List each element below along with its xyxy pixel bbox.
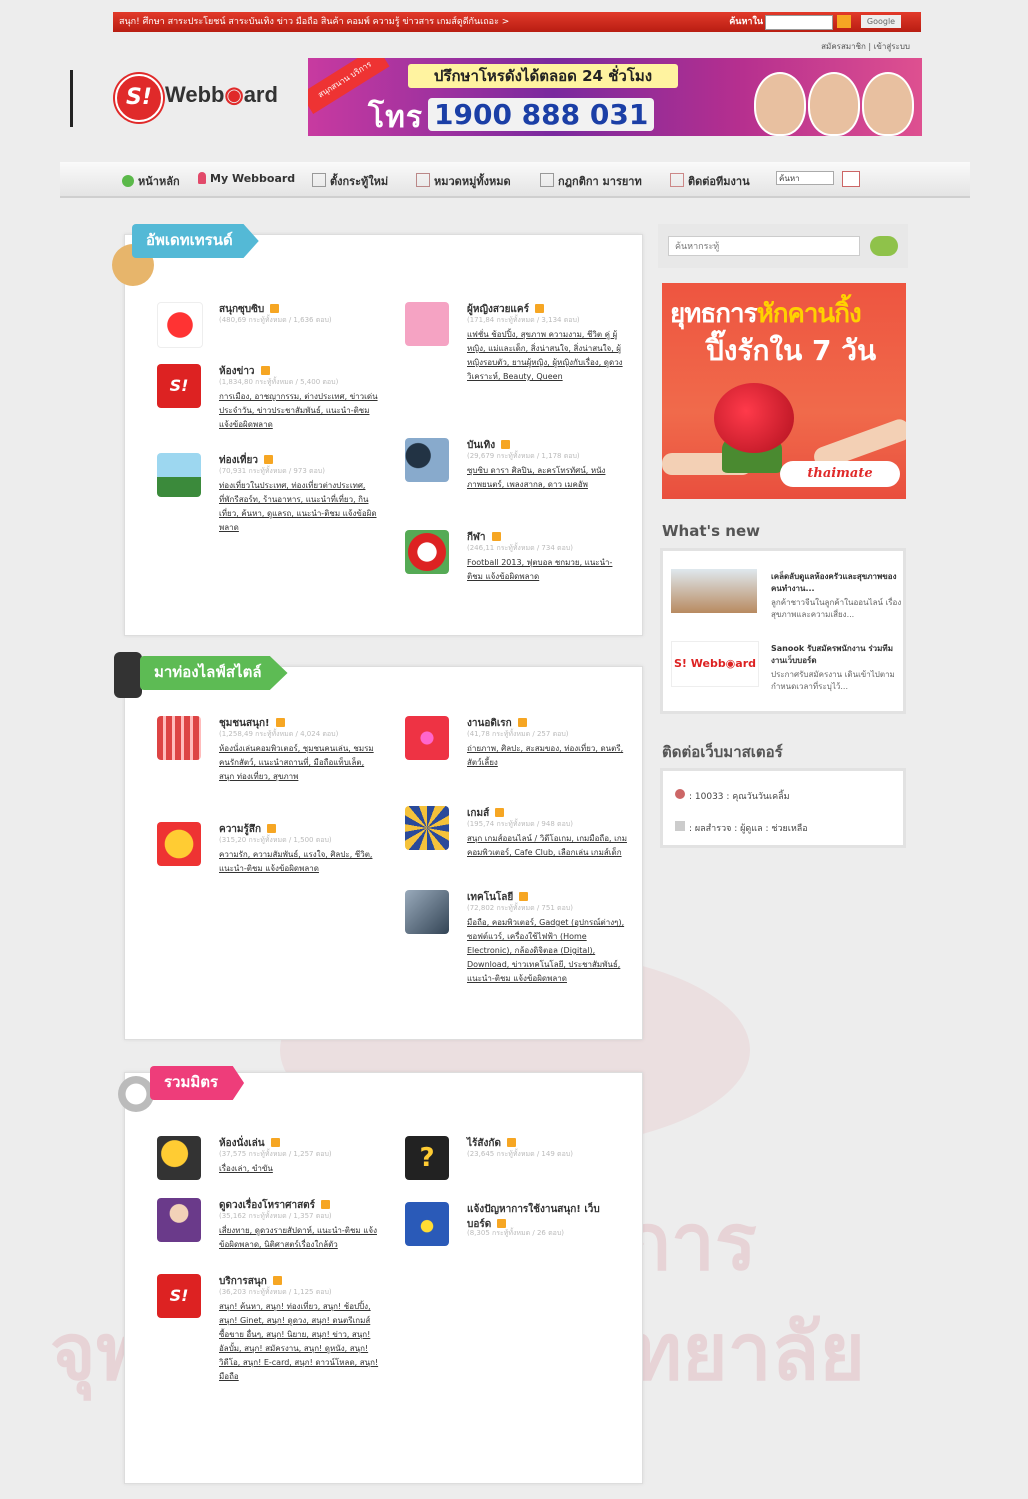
whats-new-heading: What's new (662, 522, 760, 540)
rss-icon[interactable] (491, 532, 501, 541)
thaimate-logo: thaimate (780, 461, 900, 487)
news-item[interactable]: เคล็ดลับดูแลห้องครัวและสุขภาพของคนทำงาน.… (671, 569, 901, 623)
section-tag-lifestyle: มาท่องไลฟ์สไตล์ (140, 656, 288, 690)
top-search-button[interactable] (837, 15, 851, 28)
rules-icon (540, 173, 554, 187)
search-icon[interactable] (870, 236, 898, 256)
contact-webmaster-heading: ติดต่อเว็บมาสเตอร์ (662, 743, 783, 761)
mail-icon (670, 173, 684, 187)
sanook-logo-icon: S! (115, 74, 163, 122)
rss-icon[interactable] (270, 1138, 280, 1147)
travel-icon (157, 453, 201, 497)
new-post-icon (312, 173, 326, 187)
legend-row[interactable]: : ผลสำรวจ : ผู้ดูแล : ช่วยเหลือ (675, 821, 808, 835)
phone-icon (114, 652, 142, 698)
rss-icon[interactable] (517, 718, 527, 727)
gear-icon (118, 1076, 154, 1112)
banner-call-label: โทร (368, 100, 424, 135)
rss-icon[interactable] (495, 808, 505, 817)
banner-phone-number: 1900 888 031 (428, 98, 655, 131)
rss-icon[interactable] (321, 1200, 331, 1209)
horoscope-banner[interactable]: สนุกสนาน บริการ ปรึกษาโหรดังได้ตลอด 24 ช… (308, 58, 922, 136)
hobby-icon (405, 716, 449, 760)
rss-icon[interactable] (260, 366, 270, 375)
football-icon (405, 530, 449, 574)
sidebar-search: ค้นหากระทู้ (658, 224, 908, 268)
topic-search-input[interactable]: ค้นหากระทู้ (668, 236, 860, 256)
folders-icon (416, 173, 430, 187)
account-links[interactable]: สมัครสมาชิก | เข้าสู่ระบบ (821, 40, 910, 53)
nav-home[interactable]: หน้าหลัก (122, 172, 180, 190)
section-tag-trend: อัพเดทเทรนด์ (132, 224, 259, 258)
rss-icon[interactable] (263, 455, 273, 464)
nav-contact[interactable]: ติดต่อทีมงาน (670, 172, 750, 190)
google-search-button[interactable]: Google (861, 15, 901, 28)
rss-icon[interactable] (534, 304, 544, 313)
smiley-icon (157, 822, 201, 866)
panel-misc (124, 1072, 643, 1484)
astrologer-photo (808, 72, 860, 136)
rss-icon[interactable] (519, 892, 529, 901)
chat-icon (157, 1136, 201, 1180)
report-icon (405, 1202, 449, 1246)
nav-my-webboard[interactable]: My Webboard (198, 172, 295, 185)
nav-search-button[interactable] (842, 171, 860, 187)
rss-icon[interactable] (497, 1219, 507, 1228)
question-icon: ? (405, 1136, 449, 1180)
rss-icon[interactable] (275, 718, 285, 727)
rss-icon[interactable] (272, 1276, 282, 1285)
poll-icon (675, 821, 685, 831)
home-icon (122, 175, 134, 187)
logo-wordmark: Webb◉ard (165, 82, 278, 107)
game-icon (405, 806, 449, 850)
top-bar-links[interactable]: สนุก! ศึกษา สาระประโยชน์ สาระบันเทิง ข่า… (119, 17, 509, 27)
user-icon (198, 172, 206, 184)
rss-icon[interactable] (267, 824, 277, 833)
whats-new-box: เคล็ดลับดูแลห้องครัวและสุขภาพของคนทำงาน.… (660, 548, 906, 714)
banner-headline: ปรึกษาโหรดังได้ตลอด 24 ชั่วโมง (408, 64, 678, 88)
nav-rules[interactable]: กฎกติกา มารยาท (540, 172, 642, 190)
nav-all-categories[interactable]: หมวดหมู่ทั้งหมด (416, 172, 511, 190)
top-search-input[interactable] (765, 15, 833, 30)
nav-search-input[interactable]: ค้นหา (776, 171, 834, 185)
thaimate-ad[interactable]: ยุทธการหักคานกิ้ง ปิ๊งรักใน 7 วัน thaima… (662, 283, 906, 499)
site-logo[interactable]: S! Webb◉ard (115, 74, 300, 122)
rss-icon[interactable] (506, 1138, 516, 1147)
rss-icon[interactable] (501, 440, 511, 449)
contact-box: : 10033 : คุณวันวันเคลิ้ม : ผลสำรวจ : ผู… (660, 768, 906, 848)
news-icon: S! (157, 364, 201, 408)
search-label: ค้นหาใน (729, 17, 763, 27)
woman-icon (405, 302, 449, 346)
fortune-icon (157, 1198, 201, 1242)
user-icon (675, 789, 685, 799)
astrologer-photo (754, 72, 806, 136)
bouquet-image (714, 383, 794, 453)
main-nav: หน้าหลัก My Webboard ตั้งกระทู้ใหม่ หมวด… (60, 162, 970, 198)
left-edge-bar (70, 70, 73, 127)
sanook-service-icon: S! (157, 1274, 201, 1318)
rss-icon[interactable] (270, 304, 280, 313)
news-thumbnail: S! Webb◉ard (671, 641, 759, 687)
astrologer-photo (862, 72, 914, 136)
device-icon (405, 890, 449, 934)
news-thumbnail (671, 569, 757, 613)
section-tag-misc: รวมมิตร (150, 1066, 245, 1100)
music-icon (405, 438, 449, 482)
online-users-row[interactable]: : 10033 : คุณวันวันเคลิ้ม (675, 789, 790, 803)
nav-new-topic[interactable]: ตั้งกระทู้ใหม่ (312, 172, 388, 190)
building-icon (157, 716, 201, 760)
lips-icon (157, 302, 203, 348)
top-bar: สนุก! ศึกษา สาระประโยชน์ สาระบันเทิง ข่า… (113, 12, 921, 32)
news-item[interactable]: S! Webb◉ard Sanook รับสมัครพนักงาน ร่วมท… (671, 641, 901, 695)
